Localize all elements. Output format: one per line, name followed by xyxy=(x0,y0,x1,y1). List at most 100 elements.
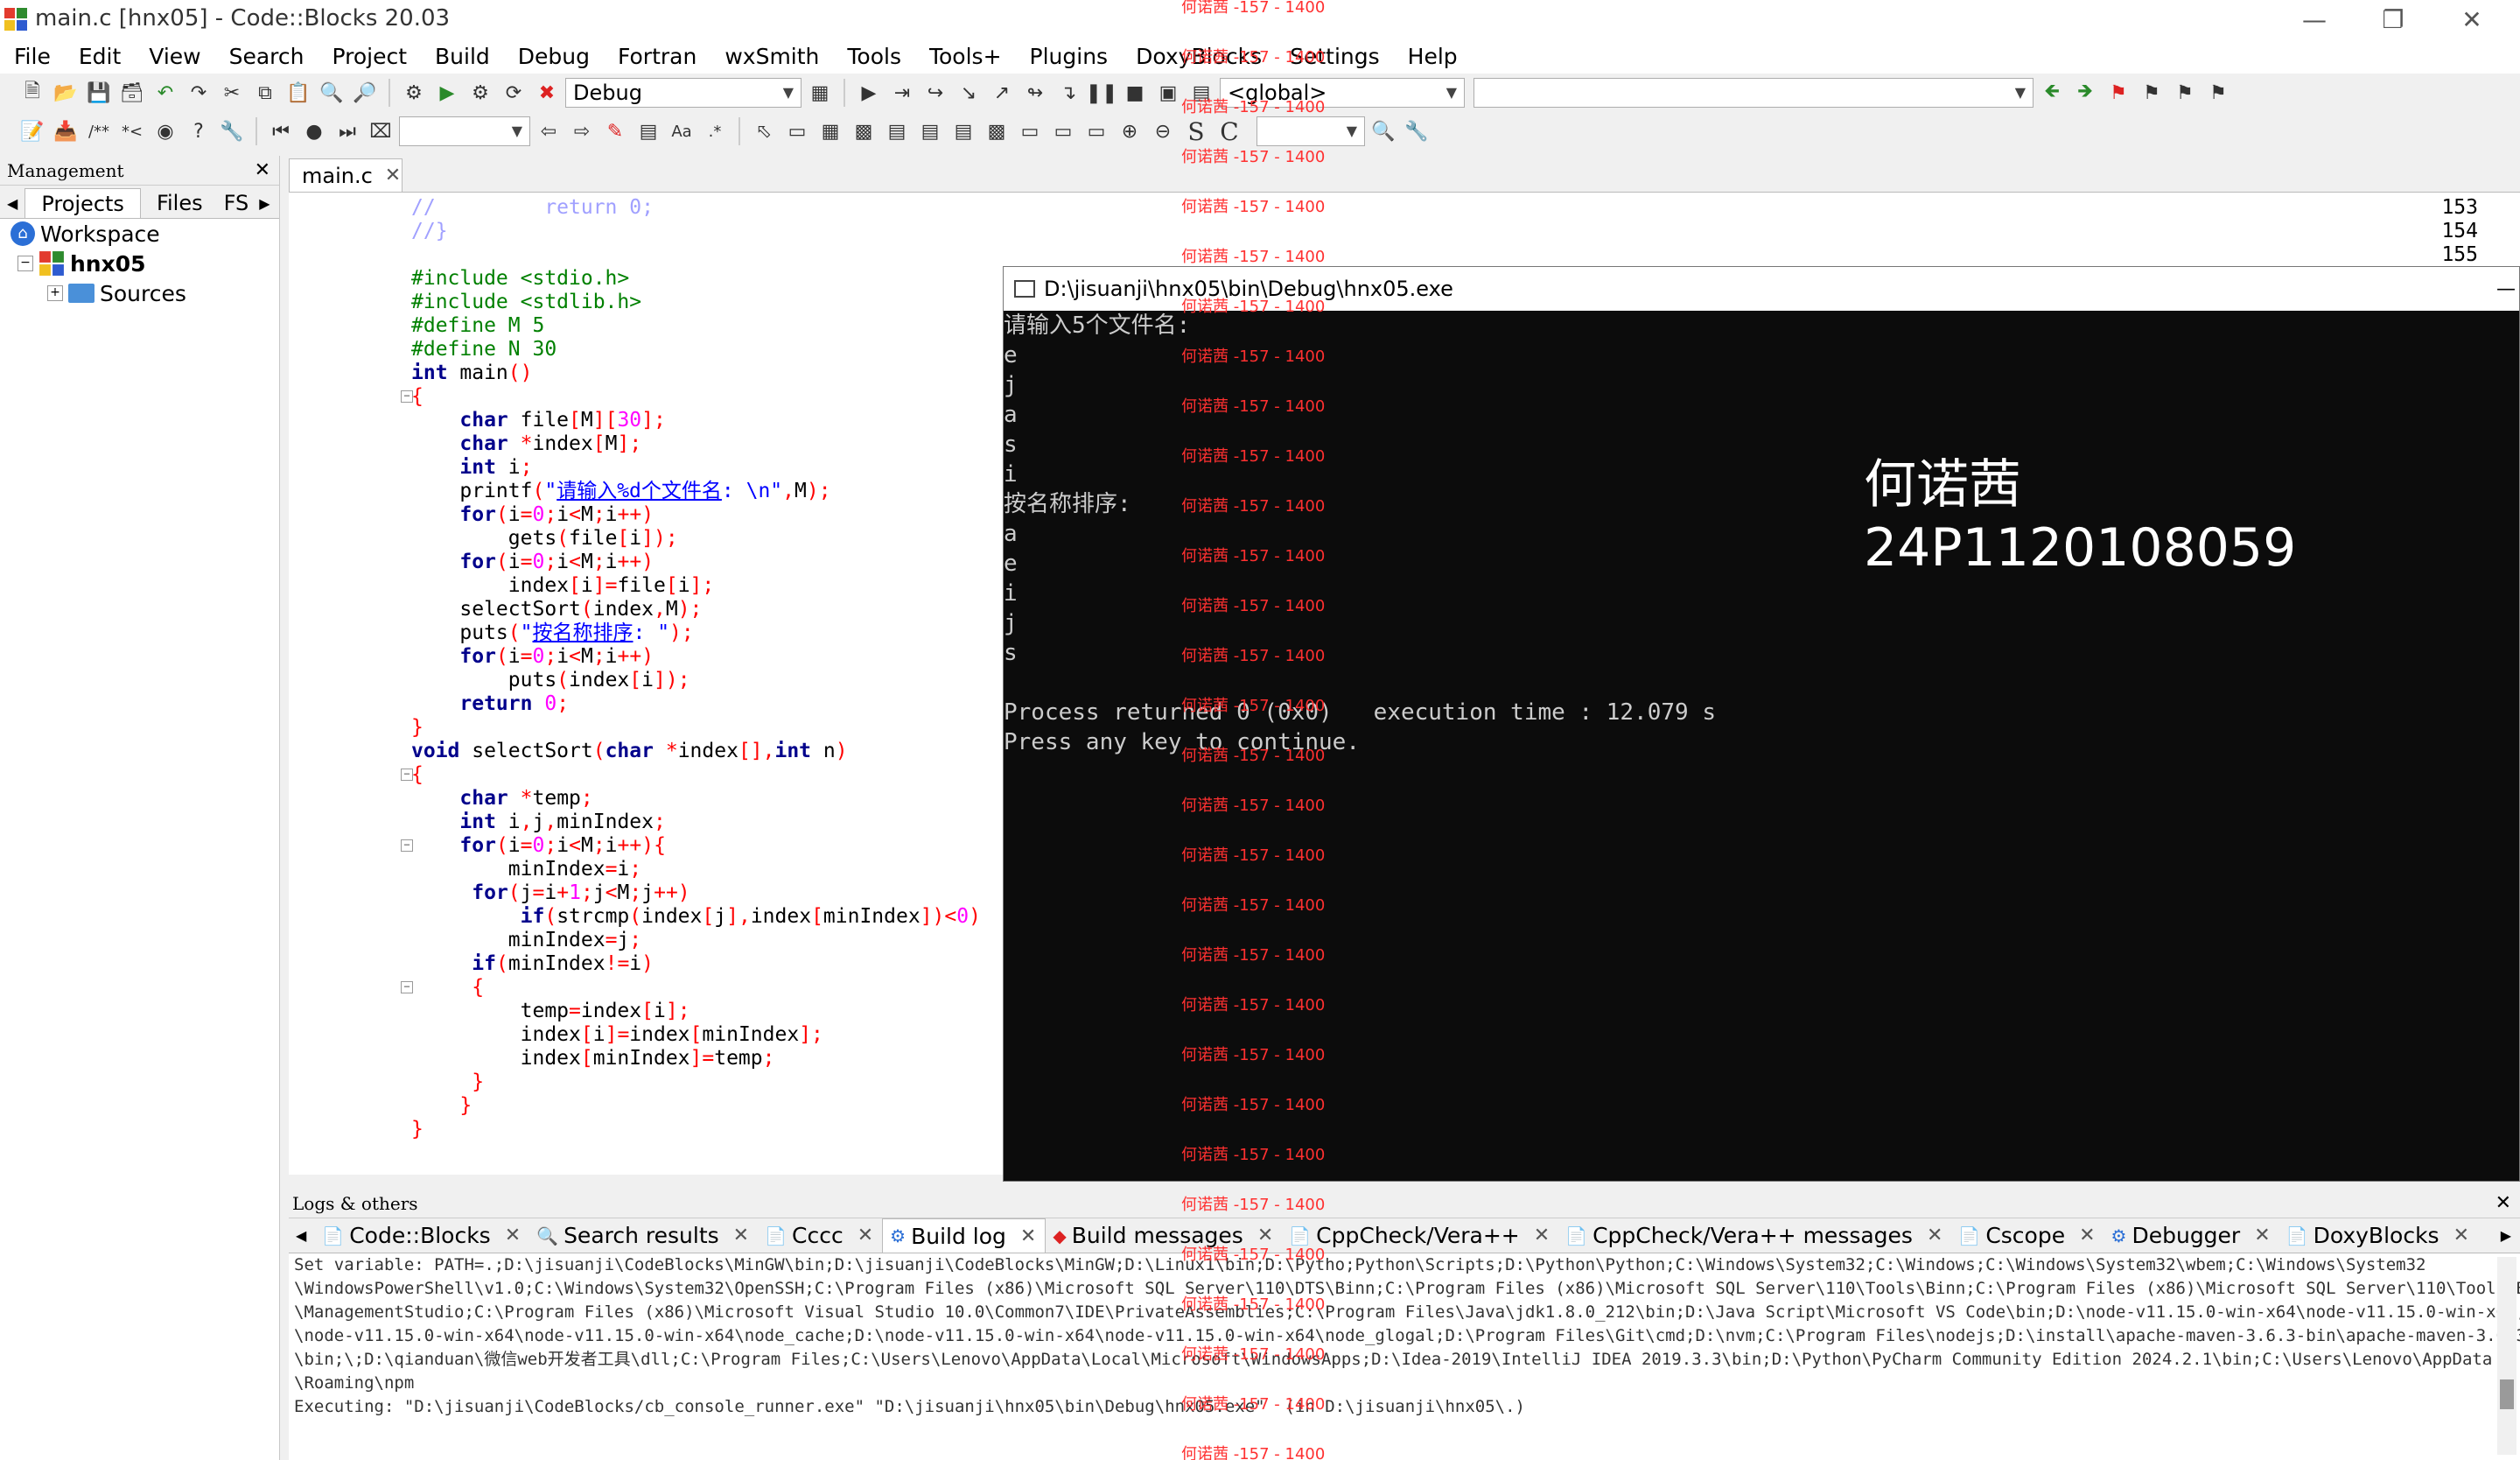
save-icon[interactable]: 💾 xyxy=(84,78,114,108)
redo-icon[interactable]: ↷ xyxy=(184,78,214,108)
comment-block-icon[interactable]: /** xyxy=(84,116,114,146)
next-line-icon[interactable]: ↪ xyxy=(920,78,950,108)
fold-marker-icon[interactable]: − xyxy=(401,390,413,403)
regex-icon[interactable]: .* xyxy=(700,116,730,146)
doxy-run-icon[interactable]: ◉ xyxy=(150,116,180,146)
close-tab-icon[interactable]: ✕ xyxy=(505,1225,521,1246)
step-into-icon[interactable]: ↘ xyxy=(954,78,984,108)
abort-icon[interactable]: ✖ xyxy=(532,78,562,108)
tree-sources-folder[interactable]: + Sources xyxy=(0,278,279,308)
menu-wxsmith[interactable]: wxSmith xyxy=(710,39,833,74)
table4-icon[interactable]: ▩ xyxy=(982,116,1012,146)
step-out-icon[interactable]: ↗ xyxy=(987,78,1017,108)
doxy-block-icon[interactable]: 📝 xyxy=(18,116,47,146)
menu-project[interactable]: Project xyxy=(318,39,421,74)
menu-help[interactable]: Help xyxy=(1394,39,1472,74)
replace-icon[interactable]: 🔎 xyxy=(350,78,380,108)
tree-project[interactable]: − hnx05 xyxy=(0,249,279,278)
table-icon[interactable]: ▤ xyxy=(882,116,912,146)
symbol-select[interactable]: ▼ xyxy=(1474,78,2034,108)
incremental-search-input[interactable]: ▼ xyxy=(399,116,530,146)
box2-icon[interactable]: ▭ xyxy=(1048,116,1078,146)
menu-search[interactable]: Search xyxy=(215,39,318,74)
close-tab-icon[interactable]: ✕ xyxy=(1020,1225,1036,1247)
match-case-icon[interactable]: Aa xyxy=(667,116,696,146)
save-all-icon[interactable]: 🗃 xyxy=(117,78,147,108)
log-scrollbar-thumb[interactable] xyxy=(2500,1379,2514,1409)
debug-windows-icon[interactable]: ▣ xyxy=(1153,78,1183,108)
menu-edit[interactable]: Edit xyxy=(65,39,135,74)
tree-workspace[interactable]: ⌂ Workspace xyxy=(0,219,279,249)
find-icon[interactable]: 🔍 xyxy=(317,78,346,108)
fold-marker-icon[interactable]: − xyxy=(401,981,413,993)
pointer-icon[interactable]: ⬁ xyxy=(749,116,779,146)
doxy-config-icon[interactable]: 🔧 xyxy=(217,116,247,146)
cut-icon[interactable]: ✂ xyxy=(217,78,247,108)
bookmark-next-icon[interactable]: ⚑ xyxy=(2170,78,2200,108)
target-dialog-icon[interactable]: ▦ xyxy=(805,78,835,108)
jump-forward-icon[interactable]: 🡺 xyxy=(2070,78,2100,108)
log-tab-build-log[interactable]: ⚙ Build log ✕ xyxy=(882,1218,1046,1253)
collapse-icon[interactable]: − xyxy=(18,256,33,271)
bookmark-prev-icon[interactable]: ⚑ xyxy=(2137,78,2166,108)
rect-icon[interactable]: ▭ xyxy=(782,116,812,146)
tab-fs[interactable]: FS xyxy=(219,188,255,218)
selection-only-icon[interactable]: ▤ xyxy=(634,116,663,146)
fold-marker-icon[interactable]: − xyxy=(401,839,413,852)
rebuild-icon[interactable]: ⟳ xyxy=(499,78,528,108)
minimize-button[interactable]: — xyxy=(2275,0,2354,39)
tab-files[interactable]: Files xyxy=(141,188,219,218)
close-tab-icon[interactable]: ✕ xyxy=(2454,1225,2469,1246)
menu-fortran[interactable]: Fortran xyxy=(604,39,710,74)
clear-changes-icon[interactable]: ⌧ xyxy=(366,116,396,146)
bookmark-toggle-icon[interactable]: ⚑ xyxy=(2104,78,2133,108)
step-into-instruction-icon[interactable]: ↴ xyxy=(1054,78,1083,108)
tab-main-c[interactable]: main.c ✕ xyxy=(289,158,402,192)
doxy-extract-icon[interactable]: 📥 xyxy=(51,116,80,146)
expand-icon[interactable]: + xyxy=(47,285,63,301)
log-tab-doxyblocks[interactable]: 📄 DoxyBlocks ✕ xyxy=(2279,1218,2478,1253)
menu-build[interactable]: Build xyxy=(421,39,504,74)
menu-tools-plus[interactable]: Tools+ xyxy=(915,39,1016,74)
prev-change-icon[interactable]: ⏮ xyxy=(266,116,296,146)
build-run-icon[interactable]: ⚙ xyxy=(466,78,495,108)
paste-icon[interactable]: 📋 xyxy=(284,78,313,108)
table2-icon[interactable]: ▤ xyxy=(915,116,945,146)
jump-back-icon[interactable]: 🡸 xyxy=(2037,78,2067,108)
log-scrollbar[interactable] xyxy=(2497,1257,2516,1455)
search-next-icon[interactable]: ⇨ xyxy=(567,116,597,146)
table3-icon[interactable]: ▤ xyxy=(948,116,978,146)
console-minimize-button[interactable]: — xyxy=(2496,278,2516,300)
settings-wrench-icon[interactable]: 🔧 xyxy=(1402,116,1432,146)
log-tab-scroll-right-icon[interactable]: ▶ xyxy=(2494,1218,2520,1253)
next-instruction-icon[interactable]: ↬ xyxy=(1020,78,1050,108)
close-icon[interactable]: ✕ xyxy=(2496,1192,2511,1214)
close-tab-icon[interactable]: ✕ xyxy=(385,165,401,186)
close-icon[interactable]: ✕ xyxy=(255,159,270,181)
zoom-in-icon[interactable]: ⊕ xyxy=(1115,116,1144,146)
grid2-icon[interactable]: ▩ xyxy=(849,116,878,146)
maximize-button[interactable]: ❐ xyxy=(2354,0,2432,39)
menu-file[interactable]: File xyxy=(0,39,65,74)
undo-icon[interactable]: ↶ xyxy=(150,78,180,108)
log-tab-search-results[interactable]: 🔍 Search results ✕ xyxy=(529,1218,758,1253)
debug-start-icon[interactable]: ▶ xyxy=(854,78,884,108)
highlight-icon[interactable]: ✎ xyxy=(600,116,630,146)
new-file-icon[interactable]: 🗎 xyxy=(18,78,47,108)
tab-projects[interactable]: Projects xyxy=(24,188,141,218)
close-tab-icon[interactable]: ✕ xyxy=(2079,1225,2095,1246)
box3-icon[interactable]: ▭ xyxy=(1082,116,1111,146)
log-tab-debugger[interactable]: ⚙ Debugger ✕ xyxy=(2104,1218,2279,1253)
open-file-icon[interactable]: 📂 xyxy=(51,78,80,108)
s-icon[interactable]: S xyxy=(1181,116,1211,146)
copy-icon[interactable]: ⧉ xyxy=(250,78,280,108)
menu-view[interactable]: View xyxy=(135,39,214,74)
box-icon[interactable]: ▭ xyxy=(1015,116,1045,146)
log-tab-cscope[interactable]: 📄 Cscope ✕ xyxy=(1951,1218,2104,1253)
run-to-cursor-icon[interactable]: ⇥ xyxy=(887,78,917,108)
menu-tools[interactable]: Tools xyxy=(833,39,915,74)
menu-debug[interactable]: Debug xyxy=(504,39,604,74)
doxy-help-icon[interactable]: ? xyxy=(184,116,214,146)
pause-icon[interactable]: ❚❚ xyxy=(1086,78,1118,108)
bookmark-clear-icon[interactable]: ⚑ xyxy=(2203,78,2233,108)
